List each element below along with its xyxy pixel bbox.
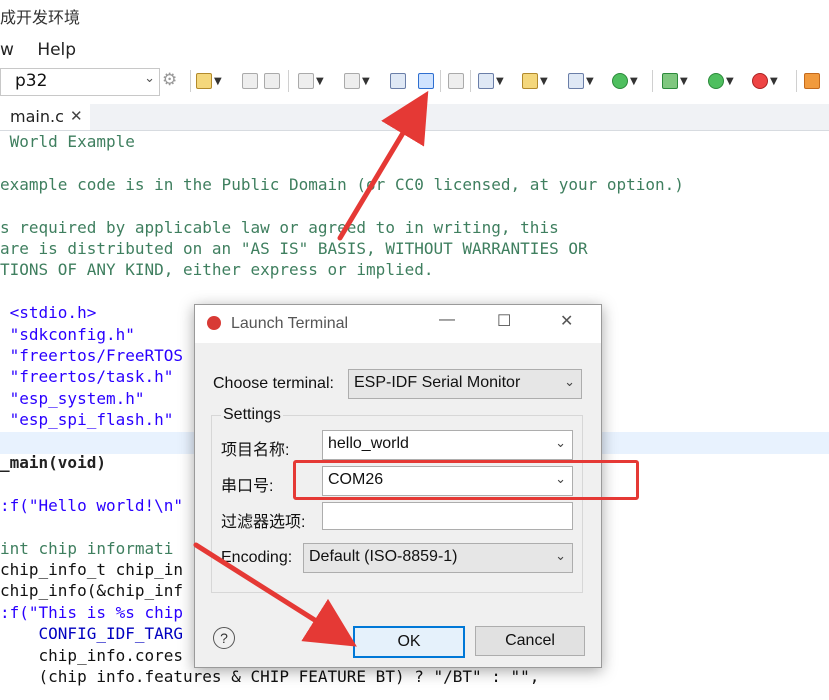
- arrow-to-ok-button: [193, 542, 357, 647]
- arrow-to-terminal-icon: [337, 90, 429, 241]
- annotation-arrows: [193, 90, 429, 647]
